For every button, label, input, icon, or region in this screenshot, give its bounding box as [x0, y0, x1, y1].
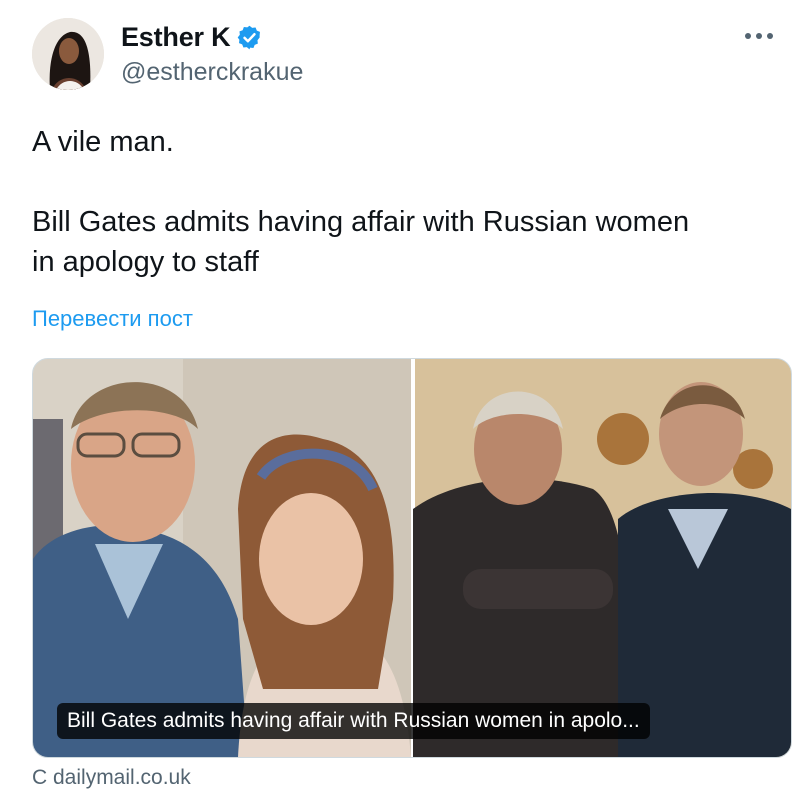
translate-post-link[interactable]: Перевести пост [32, 306, 193, 332]
author-name[interactable]: Esther K [121, 22, 231, 53]
author-name-row[interactable]: Esther K [121, 20, 263, 54]
tweet-text: A vile man. Bill Gates admits having aff… [32, 126, 690, 278]
verified-badge-icon [236, 24, 263, 51]
link-source[interactable]: C dailymail.co.uk [32, 766, 191, 790]
avatar[interactable] [32, 18, 104, 90]
link-card-caption: Bill Gates admits having affair with Rus… [57, 703, 650, 739]
link-card[interactable]: Bill Gates admits having affair with Rus… [32, 358, 792, 758]
more-options-icon[interactable] [742, 24, 776, 48]
link-card-image [33, 359, 791, 757]
author-handle[interactable]: @estherckrakue [121, 58, 303, 87]
